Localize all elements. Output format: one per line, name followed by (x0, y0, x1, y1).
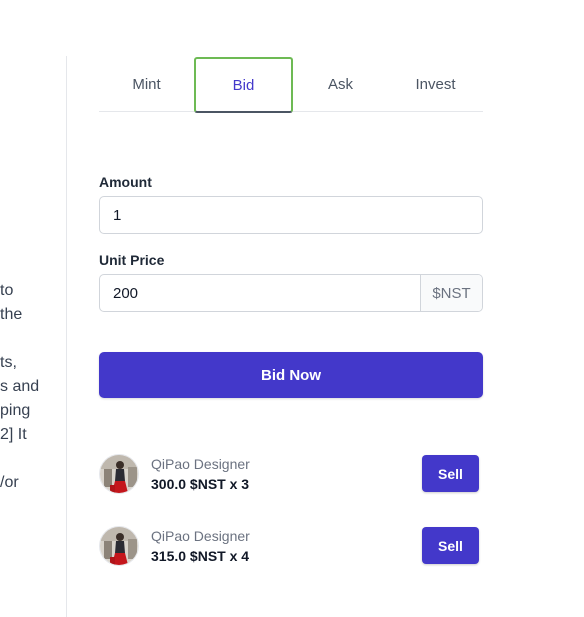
description-line: 2] It (0, 426, 27, 443)
bid-now-button[interactable]: Bid Now (99, 352, 483, 398)
tab-invest[interactable]: Invest (388, 57, 483, 112)
description-line: ts, (0, 354, 17, 371)
order-row: QiPao Designer 300.0 $NST x 3 Sell (99, 454, 483, 496)
amount-label: Amount (99, 174, 152, 190)
seller-name: QiPao Designer (151, 528, 250, 544)
description-gap (0, 327, 40, 351)
trade-tabs: Mint Bid Ask Invest (99, 57, 483, 113)
avatar (99, 526, 139, 566)
description-line: s and (0, 378, 40, 395)
description-line: the (0, 306, 23, 323)
tab-ask[interactable]: Ask (293, 57, 388, 112)
seller-name: QiPao Designer (151, 456, 250, 472)
avatar (99, 454, 139, 494)
description-line: to (0, 282, 14, 299)
tab-mint[interactable]: Mint (99, 57, 194, 112)
order-price: 300.0 $NST x 3 (151, 476, 250, 492)
tab-bid[interactable]: Bid (194, 57, 293, 113)
unit-price-value: 200 (113, 284, 139, 302)
description-line: ping (0, 402, 31, 419)
order-row: QiPao Designer 315.0 $NST x 4 Sell (99, 526, 483, 568)
unit-price-input[interactable]: 200 $NST (99, 274, 483, 312)
order-price: 315.0 $NST x 4 (151, 548, 250, 564)
column-divider (66, 56, 67, 617)
amount-input[interactable]: 1 (99, 196, 483, 234)
currency-addon: $NST (420, 275, 482, 311)
unit-price-label: Unit Price (99, 252, 165, 268)
background-description-text: to the ts, s and ping 2] It /or (0, 279, 40, 495)
description-line: /or (0, 474, 19, 491)
amount-value: 1 (113, 206, 122, 224)
description-gap (0, 447, 40, 471)
sell-button[interactable]: Sell (422, 527, 479, 564)
sell-button[interactable]: Sell (422, 455, 479, 492)
